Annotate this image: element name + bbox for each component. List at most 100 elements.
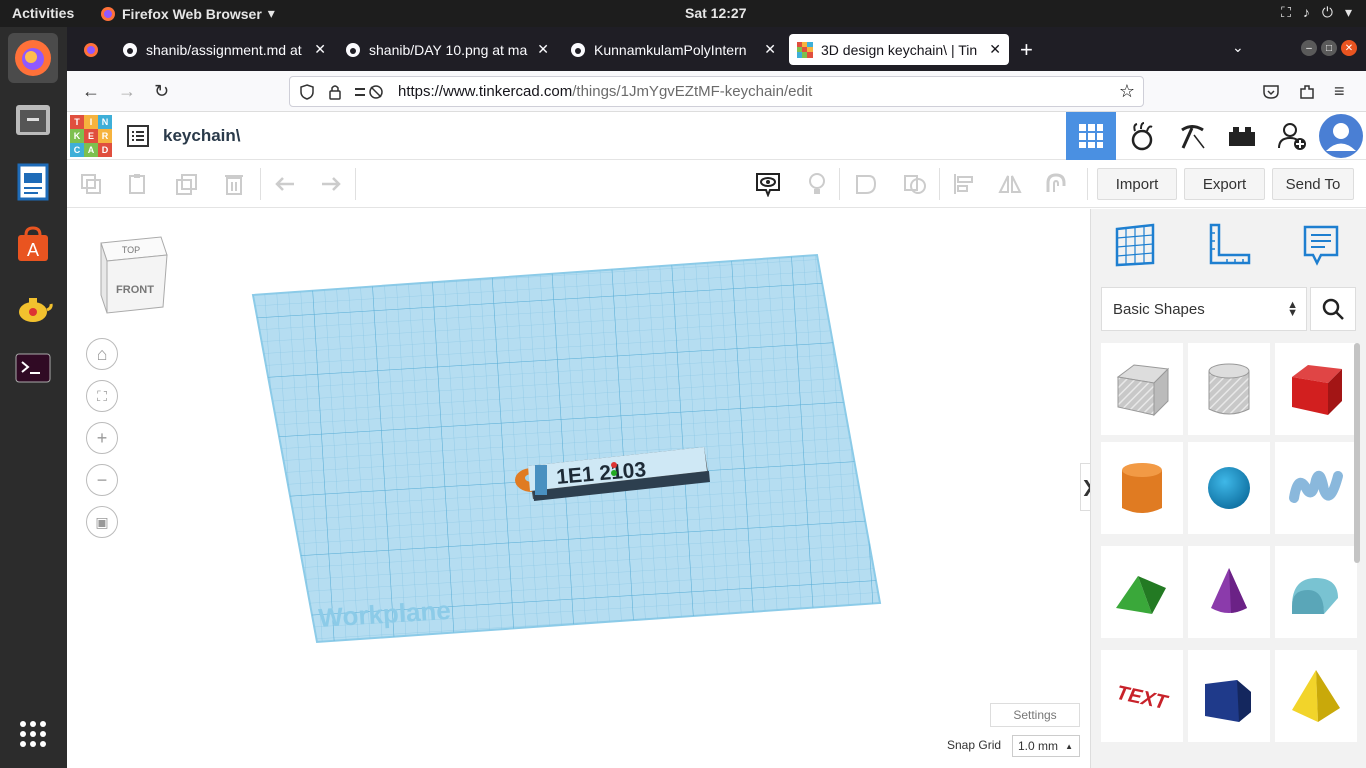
dock-software[interactable]: A bbox=[8, 219, 58, 269]
settings-button[interactable]: Settings bbox=[990, 703, 1080, 727]
edit-toolbar: Import Export Send To bbox=[67, 160, 1366, 208]
close-icon[interactable]: ✕ bbox=[989, 41, 1001, 58]
design-title[interactable]: keychain\ bbox=[163, 126, 241, 146]
forward-button[interactable]: → bbox=[118, 81, 136, 102]
magnet-icon[interactable] bbox=[1044, 172, 1068, 196]
shape-box-hole[interactable] bbox=[1101, 343, 1183, 435]
grid-view-icon bbox=[1079, 124, 1103, 148]
tab-assignment[interactable]: shanib/assignment.md at ✕ bbox=[114, 34, 334, 65]
maximize-button[interactable]: □ bbox=[1321, 40, 1337, 56]
clock[interactable]: Sat 12:27 bbox=[685, 5, 746, 21]
snap-grid-select[interactable]: 1.0 mm ▲ bbox=[1012, 735, 1080, 757]
close-window-button[interactable]: ✕ bbox=[1341, 40, 1357, 56]
logo-letter: N bbox=[98, 115, 112, 129]
shape-round-roof[interactable] bbox=[1275, 546, 1357, 638]
3d-viewport[interactable]: TOP FRONT ⌂ ⛶ + − ▣ Workplane 1E1 2103 ❯… bbox=[67, 209, 1096, 768]
menu-icon[interactable]: ≡ bbox=[1334, 81, 1345, 102]
close-icon[interactable]: ✕ bbox=[537, 41, 549, 58]
pocket-icon[interactable] bbox=[1262, 83, 1280, 101]
shape-cylinder-hole[interactable] bbox=[1188, 343, 1270, 435]
dock-teapot[interactable] bbox=[8, 281, 58, 331]
invite-button[interactable] bbox=[1267, 112, 1317, 160]
shape-box[interactable] bbox=[1275, 343, 1357, 435]
toolbar-divider bbox=[355, 168, 356, 200]
tab-label: KunnamkulamPolyIntern bbox=[594, 41, 747, 58]
updown-icon: ▲ ▼ bbox=[1287, 299, 1298, 319]
reload-button[interactable]: ↻ bbox=[154, 81, 169, 102]
new-tab-button[interactable]: + bbox=[1020, 37, 1033, 63]
export-button[interactable]: Export bbox=[1184, 168, 1265, 200]
shape-polygon[interactable] bbox=[1188, 650, 1270, 742]
design-list-icon[interactable] bbox=[127, 125, 149, 147]
notes-icon[interactable] bbox=[1299, 223, 1343, 267]
firefox-view-tab[interactable] bbox=[75, 34, 109, 65]
workplane-icon[interactable] bbox=[1113, 223, 1157, 267]
dock-firefox[interactable] bbox=[8, 33, 58, 83]
undo-icon[interactable] bbox=[273, 172, 297, 196]
cylinder-hole-icon bbox=[1208, 363, 1250, 415]
shape-text[interactable]: TEXT bbox=[1101, 650, 1183, 742]
duplicate-icon[interactable] bbox=[175, 172, 199, 196]
logo-letter: D bbox=[98, 143, 112, 157]
toolbar-divider bbox=[1087, 168, 1088, 200]
copy-icon[interactable] bbox=[79, 172, 103, 196]
align-icon[interactable] bbox=[952, 172, 976, 196]
shape-scribble[interactable] bbox=[1275, 442, 1357, 534]
mirror-icon[interactable] bbox=[998, 172, 1022, 196]
shape-search-button[interactable] bbox=[1310, 287, 1356, 331]
toolbar-divider bbox=[939, 168, 940, 200]
ungroup-icon[interactable] bbox=[903, 172, 927, 196]
bookmark-star-icon[interactable]: ☆ bbox=[1119, 81, 1135, 102]
dock-writer[interactable] bbox=[8, 157, 58, 207]
extensions-icon[interactable] bbox=[1298, 83, 1316, 101]
text-shape-label: TEXT bbox=[1114, 682, 1170, 715]
back-button[interactable]: ← bbox=[82, 81, 100, 102]
notes-eye-icon[interactable] bbox=[755, 171, 781, 197]
import-button[interactable]: Import bbox=[1097, 168, 1177, 200]
dock-terminal[interactable] bbox=[8, 343, 58, 393]
tab-tinkercad[interactable]: 3D design keychain\ | Tin ✕ bbox=[789, 34, 1009, 65]
lock-icon bbox=[329, 84, 341, 100]
chevron-down-icon: ▾ bbox=[267, 5, 275, 21]
system-tray[interactable]: ⛶ ♪ ⏻ ▾ bbox=[1281, 4, 1352, 21]
shape-cylinder[interactable] bbox=[1101, 442, 1183, 534]
tab-kunnamkulam[interactable]: KunnamkulamPolyIntern ✕ bbox=[562, 34, 784, 65]
close-icon[interactable]: ✕ bbox=[314, 41, 326, 58]
paste-icon[interactable] bbox=[126, 172, 150, 196]
redo-icon[interactable] bbox=[319, 172, 343, 196]
minimize-button[interactable]: – bbox=[1301, 40, 1317, 56]
tinkercad-logo[interactable]: T I N K E R C A D bbox=[70, 115, 112, 157]
shape-roof[interactable] bbox=[1101, 546, 1183, 638]
lego-button[interactable] bbox=[1217, 112, 1267, 160]
lightbulb-icon[interactable] bbox=[805, 172, 829, 196]
tab-day10[interactable]: shanib/DAY 10.png at ma ✕ bbox=[337, 34, 557, 65]
search-icon bbox=[1322, 298, 1344, 320]
app-name: Firefox Web Browser bbox=[122, 5, 262, 22]
panel-scrollbar[interactable] bbox=[1354, 343, 1360, 563]
ruler-icon[interactable] bbox=[1207, 223, 1251, 267]
minecraft-button[interactable] bbox=[1167, 112, 1217, 160]
user-avatar[interactable] bbox=[1317, 112, 1365, 160]
shape-sphere[interactable] bbox=[1188, 442, 1270, 534]
close-icon[interactable]: ✕ bbox=[764, 41, 776, 58]
url-bar[interactable]: https://www.tinkercad.com/things/1JmYgvE… bbox=[289, 76, 1144, 107]
app-menu[interactable]: Firefox Web Browser ▾ bbox=[100, 5, 275, 22]
group-icon[interactable] bbox=[854, 172, 878, 196]
software-bag-icon: A bbox=[18, 226, 48, 261]
shape-pyramid[interactable] bbox=[1275, 650, 1357, 742]
show-apps-button[interactable] bbox=[8, 709, 58, 759]
power-icon: ⏻ bbox=[1321, 4, 1333, 20]
activities-button[interactable]: Activities bbox=[12, 5, 74, 21]
dock-files[interactable] bbox=[8, 95, 58, 145]
3d-view-button[interactable] bbox=[1066, 112, 1116, 160]
trash-icon[interactable] bbox=[222, 172, 246, 196]
logo-letter: I bbox=[84, 115, 98, 129]
shape-category-select[interactable]: Basic Shapes ▲ ▼ bbox=[1101, 287, 1307, 331]
shape-cone[interactable] bbox=[1188, 546, 1270, 638]
send-to-button[interactable]: Send To bbox=[1272, 168, 1354, 200]
workplane[interactable]: Workplane 1E1 2103 bbox=[67, 209, 1090, 768]
blocks-button[interactable] bbox=[1117, 112, 1167, 160]
list-all-tabs-button[interactable]: ⌄ bbox=[1232, 39, 1244, 56]
caret-up-icon: ▲ bbox=[1065, 741, 1073, 751]
brick-icon bbox=[1229, 127, 1255, 146]
